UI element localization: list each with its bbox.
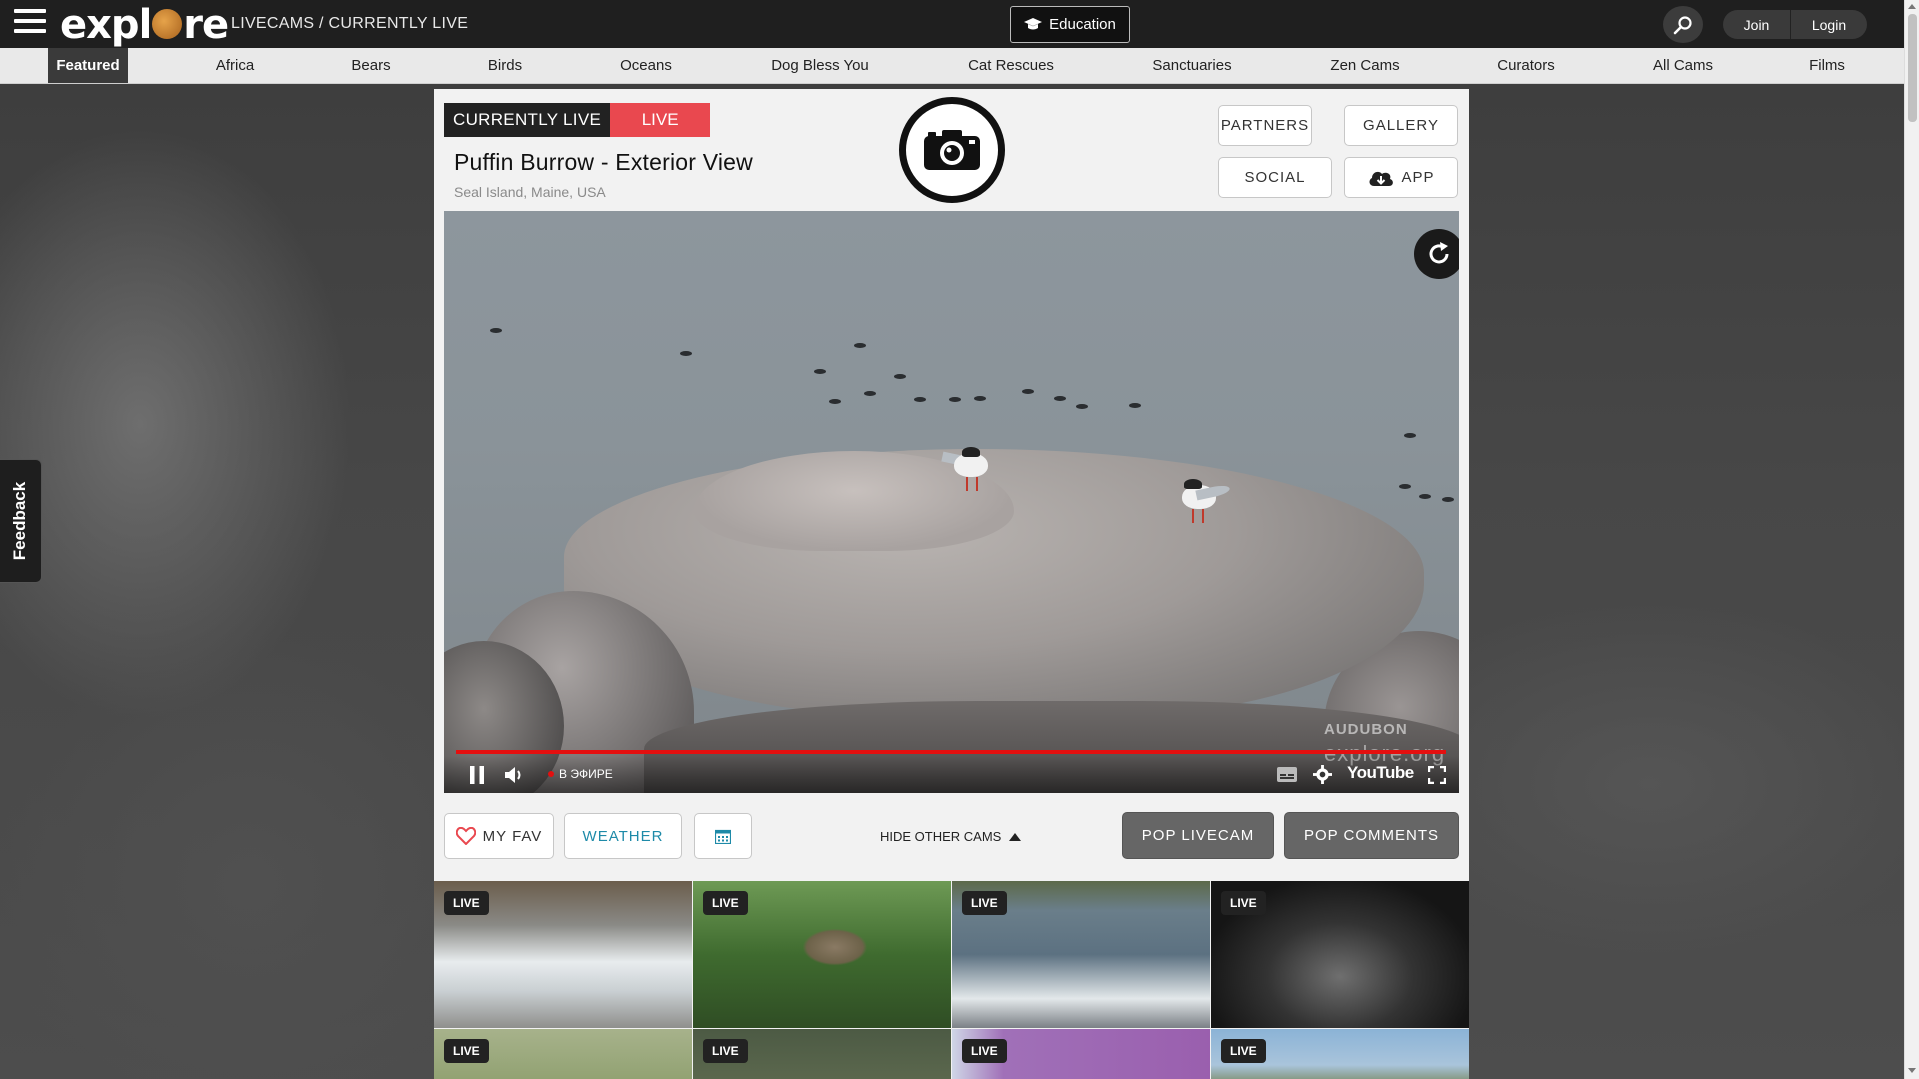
tern-bird bbox=[941, 443, 1006, 493]
cloud-download-icon bbox=[1370, 171, 1394, 186]
live-dot-icon bbox=[548, 771, 554, 777]
live-indicator-label: В ЭФИРЕ bbox=[559, 767, 613, 781]
my-fav-button[interactable]: MY FAV bbox=[444, 813, 554, 859]
education-button[interactable]: Education bbox=[1010, 6, 1130, 43]
live-tag: LIVE bbox=[1221, 891, 1266, 915]
nav-item-films[interactable]: Films bbox=[1787, 48, 1867, 83]
explore-logo[interactable]: expl re bbox=[60, 2, 229, 48]
caret-up-icon bbox=[1009, 832, 1022, 841]
gallery-button[interactable]: GALLERY bbox=[1344, 105, 1458, 146]
live-tag: LIVE bbox=[444, 891, 489, 915]
camera-icon bbox=[924, 130, 980, 170]
live-indicator[interactable]: В ЭФИРЕ bbox=[548, 767, 613, 781]
tern-bird bbox=[1174, 475, 1234, 525]
nav-item-oceans[interactable]: Oceans bbox=[606, 48, 686, 83]
live-tag: LIVE bbox=[703, 891, 748, 915]
cam-thumbnail[interactable]: LIVE bbox=[952, 881, 1210, 1028]
cam-thumbnail[interactable]: LIVE bbox=[693, 881, 951, 1028]
breadcrumb[interactable]: LIVECAMS / CURRENTLY LIVE bbox=[231, 15, 468, 33]
auth-buttons: Join Login bbox=[1723, 10, 1867, 39]
cam-title: Puffin Burrow - Exterior View bbox=[454, 149, 753, 175]
player-controls: В ЭФИРЕ YouTube bbox=[444, 756, 1459, 793]
live-tag: LIVE bbox=[444, 1039, 489, 1063]
live-tag: LIVE bbox=[703, 1039, 748, 1063]
currently-live-badge: CURRENTLY LIVE LIVE bbox=[444, 103, 711, 137]
currently-live-label: CURRENTLY LIVE bbox=[444, 103, 611, 137]
nav-item-dog-bless-you[interactable]: Dog Bless You bbox=[755, 48, 885, 83]
nav-item-sanctuaries[interactable]: Sanctuaries bbox=[1137, 48, 1247, 83]
nav-item-zen-cams[interactable]: Zen Cams bbox=[1315, 48, 1415, 83]
nav-item-featured[interactable]: Featured bbox=[48, 48, 128, 83]
pop-comments-button[interactable]: POP COMMENTS bbox=[1284, 812, 1459, 859]
calendar-icon bbox=[715, 829, 731, 844]
page-scrollbar[interactable] bbox=[1904, 0, 1919, 1079]
cam-thumbnail[interactable]: LIVE bbox=[952, 1029, 1210, 1079]
partners-button[interactable]: PARTNERS bbox=[1218, 105, 1312, 146]
fullscreen-icon[interactable] bbox=[1428, 766, 1446, 784]
livecam-panel: CURRENTLY LIVE LIVE Puffin Burrow - Exte… bbox=[434, 89, 1469, 1079]
nav-item-cat-rescues[interactable]: Cat Rescues bbox=[951, 48, 1071, 83]
live-tag: LIVE bbox=[962, 1039, 1007, 1063]
nav-item-africa[interactable]: Africa bbox=[195, 48, 275, 83]
live-label: LIVE bbox=[610, 103, 711, 137]
subtitles-icon[interactable] bbox=[1277, 767, 1297, 782]
calendar-button[interactable] bbox=[694, 813, 752, 859]
category-nav: Featured Africa Bears Birds Oceans Dog B… bbox=[0, 48, 1904, 84]
hamburger-menu-icon[interactable] bbox=[14, 9, 46, 39]
cam-thumbnail[interactable]: LIVE bbox=[1211, 881, 1469, 1028]
social-button[interactable]: SOCIAL bbox=[1218, 157, 1332, 198]
cam-thumbnail[interactable]: LIVE bbox=[693, 1029, 951, 1079]
refresh-icon bbox=[1429, 242, 1449, 264]
weather-button[interactable]: WEATHER bbox=[564, 813, 682, 859]
pop-livecam-button[interactable]: POP LIVECAM bbox=[1122, 812, 1274, 859]
scroll-down-arrow-icon[interactable] bbox=[1908, 1068, 1916, 1073]
pause-icon[interactable] bbox=[470, 766, 484, 784]
hide-other-cams-label: HIDE OTHER CAMS bbox=[880, 829, 1002, 844]
app-label: APP bbox=[1401, 169, 1435, 186]
volume-icon[interactable] bbox=[505, 766, 525, 784]
youtube-logo[interactable]: YouTube bbox=[1347, 763, 1414, 783]
cam-thumbnail[interactable]: LIVE bbox=[434, 1029, 692, 1079]
nav-item-birds[interactable]: Birds bbox=[465, 48, 545, 83]
scrollbar-thumb[interactable] bbox=[1908, 14, 1917, 122]
feedback-tab[interactable]: Feedback bbox=[0, 459, 42, 583]
live-tag: LIVE bbox=[962, 891, 1007, 915]
join-button[interactable]: Join bbox=[1723, 10, 1791, 39]
scroll-up-arrow-icon[interactable] bbox=[1908, 4, 1916, 9]
top-bar: expl re LIVECAMS / CURRENTLY LIVE Educati… bbox=[0, 0, 1904, 48]
graduation-cap-icon bbox=[1024, 18, 1043, 30]
search-icon bbox=[1673, 15, 1692, 34]
nav-item-all-cams[interactable]: All Cams bbox=[1633, 48, 1733, 83]
feedback-label: Feedback bbox=[10, 481, 30, 561]
search-button[interactable] bbox=[1663, 6, 1703, 43]
refresh-button[interactable] bbox=[1414, 229, 1459, 279]
live-tag: LIVE bbox=[1221, 1039, 1266, 1063]
education-label: Education bbox=[1049, 16, 1116, 33]
my-fav-label: MY FAV bbox=[482, 827, 543, 845]
heart-icon bbox=[455, 827, 476, 845]
cam-location: Seal Island, Maine, USA bbox=[454, 184, 606, 200]
cam-thumbnail[interactable]: LIVE bbox=[1211, 1029, 1469, 1079]
login-button[interactable]: Login bbox=[1791, 10, 1867, 39]
progress-bar[interactable] bbox=[456, 750, 1446, 754]
settings-gear-icon[interactable] bbox=[1313, 765, 1332, 784]
nav-item-curators[interactable]: Curators bbox=[1476, 48, 1576, 83]
camera-logo bbox=[899, 97, 1005, 203]
app-button[interactable]: APP bbox=[1344, 157, 1458, 198]
cam-thumbnail[interactable]: LIVE bbox=[434, 881, 692, 1028]
partner-watermark: AUDUBON bbox=[1324, 721, 1408, 738]
hide-other-cams-toggle[interactable]: HIDE OTHER CAMS bbox=[880, 829, 1022, 844]
video-player[interactable]: AUDUBON explore.org В ЭФИРЕ YouTube bbox=[444, 211, 1459, 793]
nav-item-bears[interactable]: Bears bbox=[331, 48, 411, 83]
